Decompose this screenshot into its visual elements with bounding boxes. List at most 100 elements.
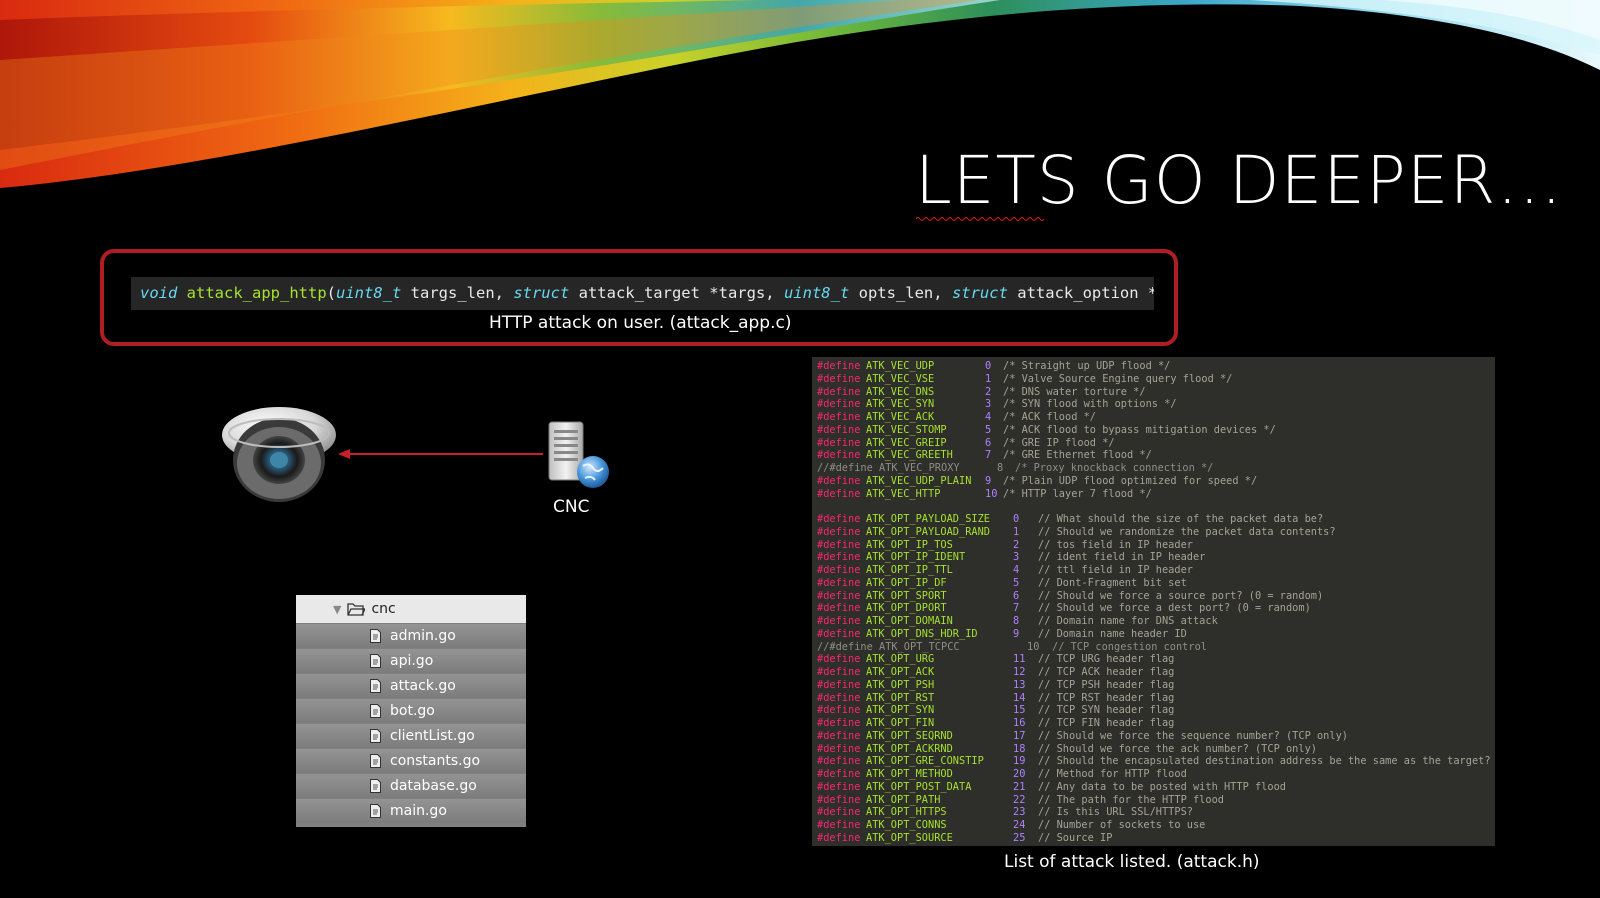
file-row[interactable]: database.go <box>296 774 526 798</box>
define-comment: // What should the size of the packet da… <box>1038 513 1324 525</box>
define-keyword: #define <box>817 449 861 462</box>
define-value: 16 <box>1013 717 1026 729</box>
define-keyword: #define <box>817 538 861 551</box>
define-name: ATK_VEC_UDP <box>866 360 935 372</box>
define-line: #define ATK_OPT_IP_IDENT 3 // ident field i… <box>817 551 1495 564</box>
disabled-define: //#define <box>817 462 873 474</box>
define-keyword: #define <box>817 411 861 423</box>
define-line: #define ATK_OPT_DOMAIN 8 // Domain name for… <box>817 615 1495 628</box>
folder-row[interactable]: ▼ cnc <box>296 595 526 623</box>
go-file-icon <box>370 654 381 668</box>
define-line: #define ATK_OPT_ACKRND 18 // Should we forc… <box>817 743 1495 756</box>
define-value: 10 <box>1027 640 1040 653</box>
define-keyword: #define <box>817 717 861 729</box>
file-row[interactable]: clientList.go <box>296 724 526 748</box>
define-line: #define ATK_OPT_IP_TTL 4 // ttl field in IP… <box>817 564 1495 577</box>
define-value: 4 <box>1013 564 1020 576</box>
define-name: ATK_OPT_RST <box>866 691 935 704</box>
define-value: 21 <box>1013 780 1026 793</box>
define-keyword: #define <box>817 398 861 411</box>
expand-triangle-icon[interactable]: ▼ <box>333 603 341 616</box>
file-row[interactable]: attack.go <box>296 674 526 698</box>
define-keyword: #define <box>817 780 861 793</box>
define-comment: // tos field in IP header <box>1038 538 1193 551</box>
go-file-icon <box>370 629 381 643</box>
file-name: constants.go <box>390 753 481 769</box>
define-name: ATK_VEC_HTTP <box>866 487 941 500</box>
server-globe-icon <box>548 421 609 488</box>
go-file-icon <box>370 779 381 793</box>
define-comment: // TCP ACK header flag <box>1038 666 1175 678</box>
file-row[interactable]: bot.go <box>296 699 526 723</box>
go-file-icon <box>370 804 381 818</box>
define-value: 22 <box>1013 793 1026 806</box>
define-keyword: #define <box>817 768 861 780</box>
define-keyword: #define <box>817 806 861 819</box>
define-keyword: #define <box>817 525 861 538</box>
define-line: #define ATK_VEC_UDP 0 /* Straight up UDP fl… <box>817 360 1495 373</box>
define-comment: // Should we force the sequence number? … <box>1038 729 1348 742</box>
define-line: #define ATK_OPT_HTTPS 23 // Is this URL SSL… <box>817 806 1495 819</box>
define-line: #define ATK_VEC_VSE 1 /* Valve Source Engin… <box>817 373 1495 386</box>
define-line: #define ATK_OPT_PAYLOAD_RAND 1 // Should we… <box>817 526 1495 539</box>
define-line: #define ATK_OPT_DPORT 7 // Should we force … <box>817 602 1495 615</box>
define-name: ATK_VEC_STOMP <box>866 423 947 436</box>
cnc-label: CNC <box>553 497 590 517</box>
file-row[interactable]: constants.go <box>296 749 526 773</box>
define-keyword: #define <box>817 704 861 717</box>
define-name: ATK_OPT_PATH <box>866 793 941 806</box>
define-line: #define ATK_VEC_GREIP 6 /* GRE IP flood */ <box>817 437 1495 450</box>
define-line: #define ATK_OPT_IP_TOS 2 // tos field in IP… <box>817 539 1495 552</box>
define-keyword: #define <box>817 819 861 831</box>
file-row[interactable]: api.go <box>296 649 526 673</box>
define-name: ATK_OPT_SEQRND <box>866 729 953 742</box>
define-line: #define ATK_OPT_RST 14 // TCP RST header fl… <box>817 692 1495 705</box>
define-line: #define ATK_OPT_FIN 16 // TCP FIN header fl… <box>817 717 1495 730</box>
file-name: database.go <box>390 778 477 794</box>
define-comment: // The path for the HTTP flood <box>1038 793 1224 806</box>
define-comment: // TCP RST header flag <box>1038 691 1175 704</box>
define-line: #define ATK_VEC_HTTP 10 /* HTTP layer 7 flo… <box>817 488 1495 501</box>
define-value: 11 <box>1013 653 1026 666</box>
define-comment: // Domain name for DNS attack <box>1038 615 1218 627</box>
define-value: 0 <box>985 360 992 372</box>
define-value: 5 <box>1013 576 1020 589</box>
define-keyword: #define <box>817 653 861 666</box>
define-line: #define ATK_VEC_GREETH 7 /* GRE Ethernet fl… <box>817 449 1495 462</box>
define-keyword: #define <box>817 691 861 704</box>
define-comment: /* Proxy knockback connection */ <box>1015 462 1214 474</box>
define-line: #define ATK_OPT_ACK 12 // TCP ACK header fl… <box>817 666 1495 679</box>
define-comment: // TCP SYN header flag <box>1038 704 1175 717</box>
define-name: ATK_OPT_DNS_HDR_ID <box>866 627 978 640</box>
define-line: #define ATK_OPT_PSH 13 // TCP PSH header fl… <box>817 679 1495 692</box>
define-comment: // TCP PSH header flag <box>1038 678 1175 691</box>
define-value: 2 <box>1013 538 1020 551</box>
file-name: main.go <box>390 803 447 819</box>
define-line: #define ATK_OPT_POST_DATA 21 // Any data to… <box>817 781 1495 794</box>
define-comment: // TCP congestion control <box>1052 640 1207 653</box>
define-line: //#define ATK_OPT_TCPCC 10 // TCP congestio… <box>817 641 1495 654</box>
define-name: ATK_OPT_SYN <box>866 704 935 717</box>
file-name: attack.go <box>390 678 456 694</box>
define-value: 12 <box>1013 666 1026 678</box>
define-comment: // ident field in IP header <box>1038 551 1206 564</box>
file-row[interactable]: main.go <box>296 799 526 823</box>
define-keyword: #define <box>817 793 861 806</box>
define-comment: /* GRE Ethernet flood */ <box>1003 449 1152 462</box>
disabled-define: //#define <box>817 640 873 653</box>
define-comment: // ttl field in IP header <box>1038 564 1193 576</box>
define-line: #define ATK_OPT_SEQRND 17 // Should we forc… <box>817 730 1495 743</box>
define-keyword: #define <box>817 666 861 678</box>
define-comment: // Dont-Fragment bit set <box>1038 576 1187 589</box>
security-camera-icon <box>222 407 336 502</box>
file-row[interactable]: admin.go <box>296 624 526 648</box>
define-keyword: #define <box>817 360 861 372</box>
define-line: #define ATK_OPT_SOURCE 25 // Source IP <box>817 832 1495 845</box>
define-line: //#define ATK_VEC_PROXY 8 /* Proxy knockbac… <box>817 462 1495 475</box>
define-value: 7 <box>1013 602 1020 615</box>
define-value: 2 <box>985 385 992 398</box>
define-name: ATK_OPT_DPORT <box>866 602 947 615</box>
define-value: 23 <box>1013 806 1026 819</box>
define-name: ATK_OPT_HTTPS <box>866 806 947 819</box>
define-name: ATK_VEC_SYN <box>866 398 935 411</box>
